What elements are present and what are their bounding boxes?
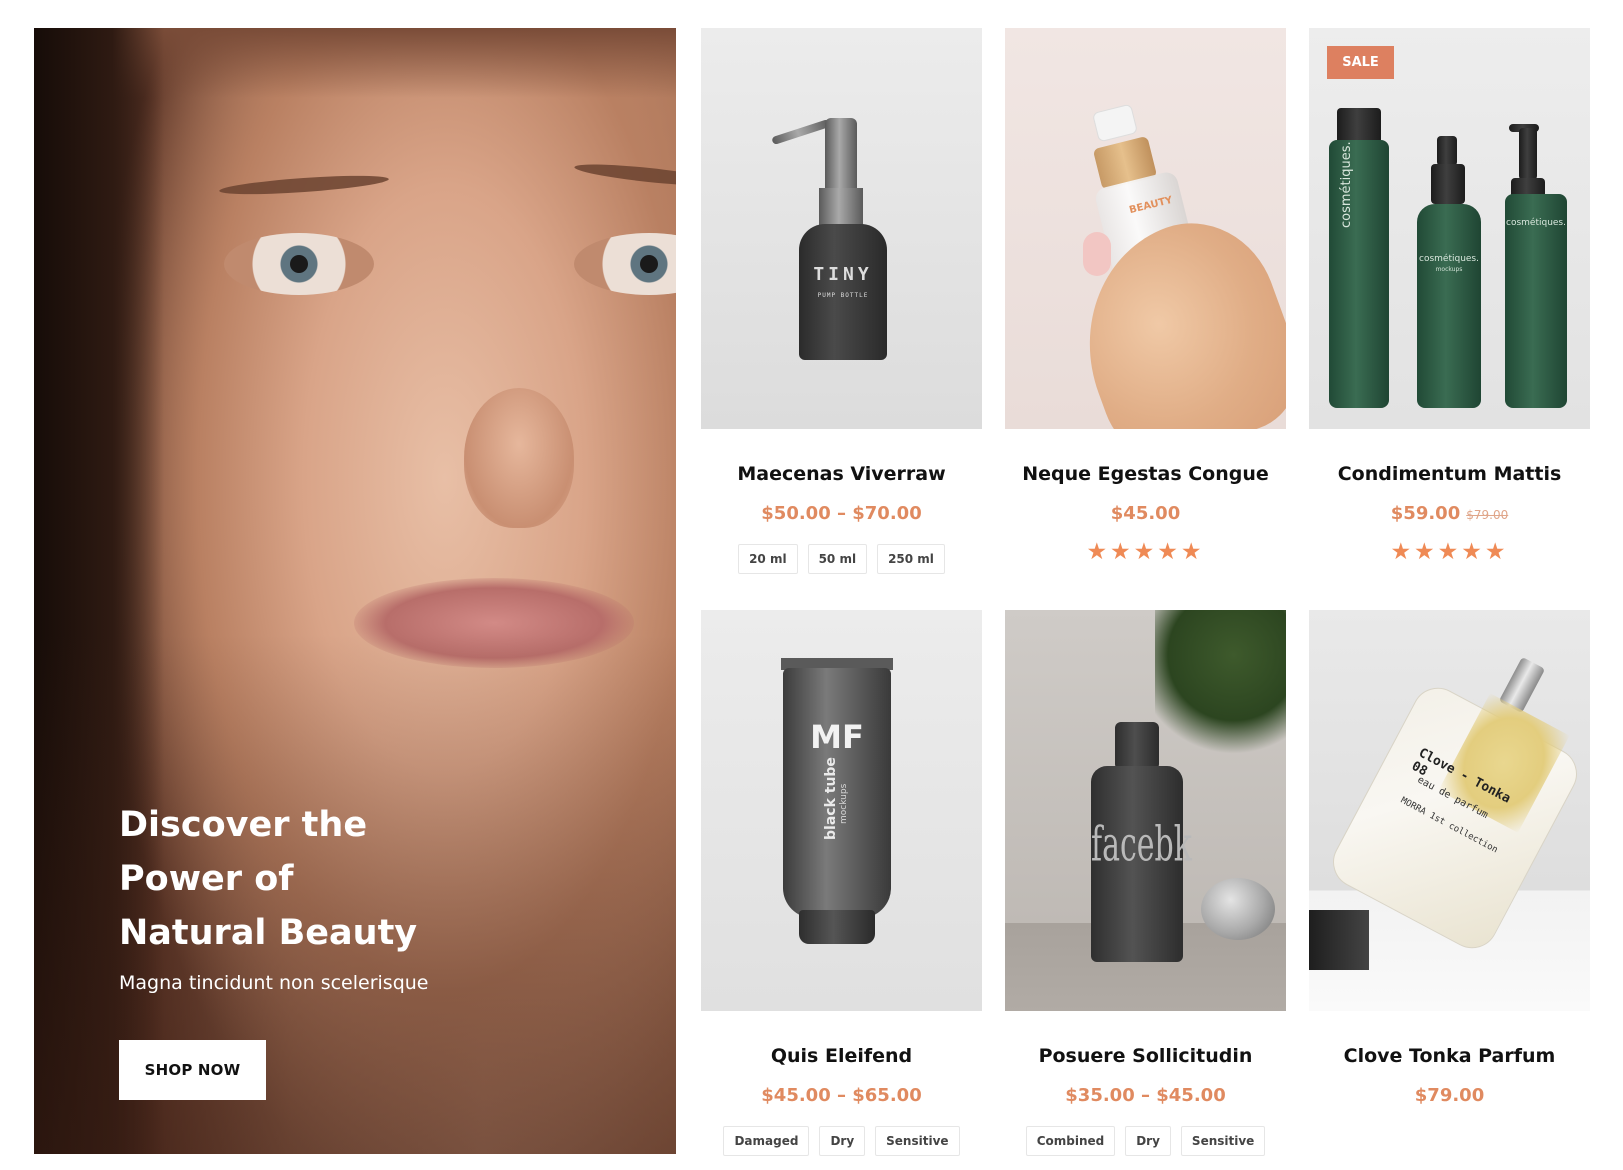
- option-chip[interactable]: Dry: [819, 1126, 866, 1156]
- hero-image-nose: [464, 388, 574, 528]
- product-price: $45.00 – $65.00: [761, 1085, 922, 1106]
- product-price: $59.00 $79.00: [1309, 503, 1590, 524]
- product-options: Combined Dry Sensitive: [1005, 1126, 1286, 1156]
- option-chip[interactable]: 50 ml: [807, 544, 868, 574]
- perfume-cap: [1309, 910, 1369, 970]
- hero-image-eye-right: [574, 233, 676, 295]
- option-chip[interactable]: 250 ml: [877, 544, 945, 574]
- option-chip[interactable]: Damaged: [723, 1126, 810, 1156]
- sale-badge: SALE: [1327, 46, 1394, 79]
- hero-banner: Discover the Power of Natural Beauty Mag…: [34, 28, 676, 1154]
- shop-now-button[interactable]: SHOP NOW: [119, 1040, 266, 1100]
- bottle-brand-text: TINY: [813, 264, 873, 285]
- tube-sub-text: mockups: [839, 783, 849, 824]
- hero-image-brow-right: [573, 160, 676, 190]
- product-name[interactable]: Maecenas Viverraw: [701, 463, 982, 485]
- product-image[interactable]: TINY PUMP BOTTLE: [701, 28, 982, 429]
- bottle-cap: [1115, 722, 1159, 770]
- tube-brand-text: black tube: [823, 757, 839, 840]
- product-name[interactable]: Posuere Sollicitudin: [1005, 1045, 1286, 1067]
- hero-image-eye-left: [224, 233, 374, 295]
- rating-stars: ★★★★★: [1086, 538, 1205, 564]
- plant-leaves: [1155, 610, 1286, 760]
- original-price: $79.00: [1466, 508, 1509, 522]
- serum-pump: [1091, 103, 1139, 143]
- product-name[interactable]: Condimentum Mattis: [1309, 463, 1590, 485]
- product-image[interactable]: BEAUTY: [1005, 28, 1286, 429]
- hero-title: Discover the Power of Natural Beauty: [119, 805, 418, 953]
- bottle-brand-text: facebk: [1091, 817, 1192, 874]
- product-name[interactable]: Clove Tonka Parfum: [1309, 1045, 1590, 1067]
- product-options: 20 ml 50 ml 250 ml: [701, 544, 982, 574]
- green-bottle: [1329, 140, 1389, 408]
- tube-cap: [799, 910, 875, 944]
- pump-head: [1519, 128, 1537, 180]
- product-image[interactable]: facebk: [1005, 610, 1286, 1011]
- product-card[interactable]: facebk Posuere Sollicitudin $35.00 – $45…: [1005, 610, 1286, 1156]
- product-card[interactable]: Clove - Tonka 08 eau de parfum MORRA 1st…: [1309, 610, 1590, 1106]
- hero-subtitle: Magna tincidunt non scelerisque: [119, 972, 429, 994]
- product-image[interactable]: MF black tube mockups: [701, 610, 982, 1011]
- product-card[interactable]: TINY PUMP BOTTLE Maecenas Viverraw $50.0…: [701, 28, 982, 574]
- rating-stars: ★★★★★: [1390, 538, 1509, 564]
- product-image[interactable]: Clove - Tonka 08 eau de parfum MORRA 1st…: [1309, 610, 1590, 1011]
- pump-nozzle: [771, 118, 831, 146]
- product-options: Damaged Dry Sensitive: [701, 1126, 982, 1156]
- product-price: $45.00: [1110, 503, 1181, 524]
- green-spray-bottle: [1417, 204, 1481, 408]
- option-chip[interactable]: Dry: [1125, 1126, 1171, 1156]
- stone: [1201, 878, 1275, 940]
- product-name[interactable]: Quis Eleifend: [701, 1045, 982, 1067]
- hero-image-brow-left: [218, 172, 390, 198]
- bottle-brand-text: cosmétiques.: [1506, 218, 1566, 228]
- option-chip[interactable]: Sensitive: [1180, 1126, 1266, 1156]
- product-card[interactable]: BEAUTY Neque Egestas Congue $45.00 ★★★★★: [1005, 28, 1286, 564]
- product-card[interactable]: cosmétiques. cosmétiques. mockups cosmét…: [1309, 28, 1590, 564]
- bottle-sub-text: PUMP BOTTLE: [817, 292, 869, 299]
- spray-collar: [1431, 164, 1465, 204]
- product-price: $79.00: [1414, 1085, 1485, 1106]
- product-price: $35.00 – $45.00: [1065, 1085, 1226, 1106]
- spray-nozzle: [1437, 136, 1457, 166]
- bottle-brand-text: cosmétiques.: [1419, 254, 1479, 264]
- product-image[interactable]: cosmétiques. cosmétiques. mockups cosmét…: [1309, 28, 1590, 429]
- product-price: $50.00 – $70.00: [761, 503, 922, 524]
- product-card[interactable]: MF black tube mockups Quis Eleifend $45.…: [701, 610, 982, 1156]
- pump-head: [825, 118, 857, 190]
- bottle-sub-text: mockups: [1435, 266, 1463, 273]
- bottle-brand-text: cosmétiques.: [1339, 141, 1354, 228]
- option-chip[interactable]: 20 ml: [738, 544, 798, 574]
- fingernail: [1083, 232, 1111, 276]
- option-chip[interactable]: Combined: [1025, 1126, 1116, 1156]
- sale-price: $59.00: [1390, 503, 1461, 524]
- pump-collar: [819, 188, 863, 228]
- product-name[interactable]: Neque Egestas Congue: [1005, 463, 1286, 485]
- option-chip[interactable]: Sensitive: [875, 1126, 960, 1156]
